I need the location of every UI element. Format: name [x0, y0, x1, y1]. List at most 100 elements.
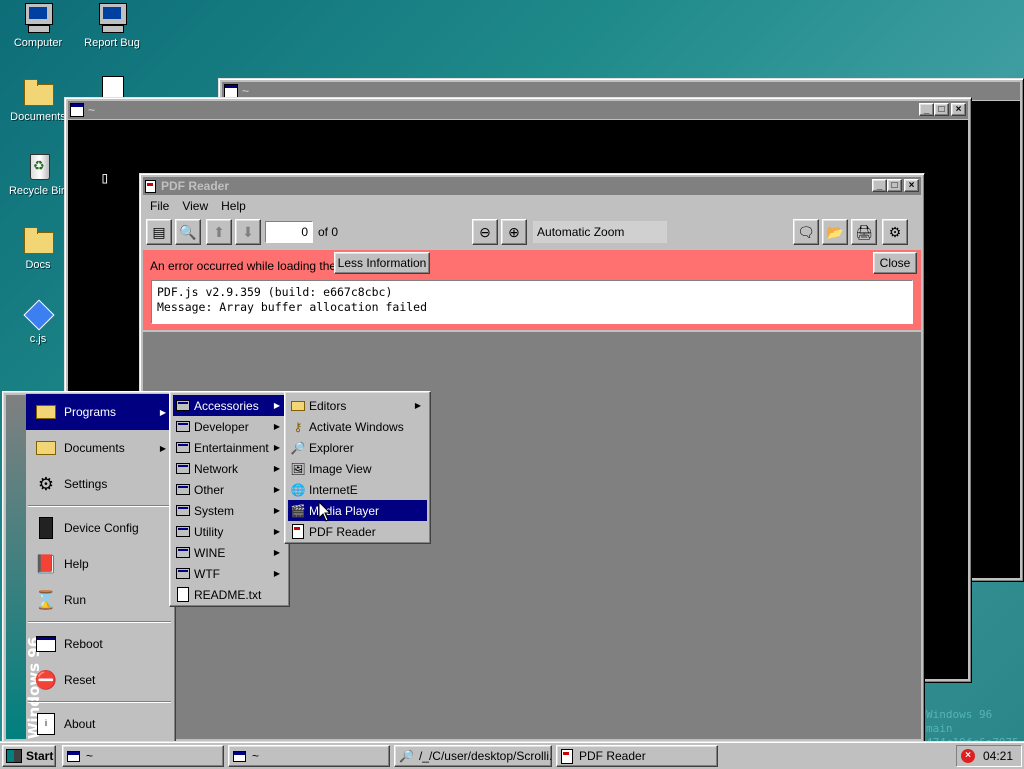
clock[interactable]: 04:21 [983, 749, 1013, 763]
start-item-reboot[interactable]: Reboot [26, 626, 172, 662]
programs-item-accessories[interactable]: Accessories ▶ [173, 395, 286, 416]
zoom-select[interactable]: Automatic Zoom [533, 221, 668, 243]
find-button[interactable]: 🔍 [175, 219, 201, 245]
media-player-icon: 🎬 [290, 503, 306, 518]
task-label: PDF Reader [579, 749, 646, 763]
submenu-arrow-icon: ▶ [273, 548, 280, 557]
programs-item-label: Developer [194, 419, 249, 434]
separator [28, 621, 171, 623]
minimize-button[interactable]: _ [872, 179, 887, 192]
sidebar-icon: ▤ [152, 223, 166, 240]
programs-item-label: Accessories [194, 398, 259, 413]
accessories-item-label: Editors [309, 398, 347, 413]
error-message-box[interactable]: PDF.js v2.9.359 (build: e667c8cbc) Messag… [151, 280, 913, 324]
programs-item-entertainment[interactable]: Entertainment ▶ [173, 437, 286, 458]
programs-item-wine[interactable]: WINE ▶ [173, 542, 286, 563]
accessories-item-internete[interactable]: 🌐 InternetE [288, 479, 427, 500]
task-button-terminal-1[interactable]: ~ [62, 745, 224, 767]
error-close-button[interactable]: Close [873, 252, 917, 274]
programs-item-utility[interactable]: Utility ▶ [173, 521, 286, 542]
programs-item-label: Utility [194, 524, 224, 539]
task-button-terminal-2[interactable]: ~ [228, 745, 390, 767]
accessories-item-label: InternetE [309, 482, 358, 497]
desktop-icon-label: Report Bug [84, 37, 140, 49]
about-icon: i [34, 712, 58, 736]
accessories-item-media-player[interactable]: 🎬 Media Player [288, 500, 427, 521]
programs-item-label: WINE [194, 545, 226, 560]
maximize-button[interactable]: □ [934, 103, 949, 116]
programs-item-readme[interactable]: README.txt [173, 584, 286, 605]
zoom-in-button[interactable]: ⊕ [501, 219, 528, 245]
zoom-out-button[interactable]: ⊖ [472, 219, 499, 245]
start-item-run[interactable]: ⌛ Run [26, 582, 172, 618]
start-item-label: Device Config [64, 521, 139, 535]
accessories-item-image-view[interactable]: 🖼 Image View [288, 458, 427, 479]
error-status-icon[interactable]: × [961, 749, 975, 763]
task-label: ~ [86, 749, 94, 763]
run-icon: ⌛ [34, 589, 58, 610]
start-item-programs[interactable]: Programs ▶ [26, 394, 172, 430]
title-bar[interactable]: PDF Reader _ □ × [143, 177, 921, 195]
maximize-button[interactable]: □ [887, 179, 902, 192]
page-number-input[interactable]: 0 [265, 221, 313, 243]
window-title: ~ [88, 103, 96, 117]
accessories-item-activate-windows[interactable]: ⚷ Activate Windows [288, 416, 427, 437]
minimize-button[interactable]: _ [919, 103, 934, 116]
submenu-arrow-icon: ▶ [273, 506, 280, 515]
programs-item-system[interactable]: System ▶ [173, 500, 286, 521]
submenu-arrow-icon: ▶ [273, 527, 280, 536]
pdf-icon [561, 748, 573, 764]
accessories-item-editors[interactable]: Editors ▶ [288, 395, 427, 416]
programs-item-developer[interactable]: Developer ▶ [173, 416, 286, 437]
task-button-pdf-reader[interactable]: PDF Reader [556, 745, 718, 767]
start-item-settings[interactable]: ⚙ Settings [26, 466, 172, 502]
next-page-button[interactable]: ⬇ [235, 219, 261, 245]
submenu-arrow-icon: ▶ [273, 401, 280, 410]
submenu-arrow-icon: ▶ [159, 407, 166, 417]
start-item-documents[interactable]: Documents ▶ [26, 430, 172, 466]
previous-page-button[interactable]: ⬆ [206, 219, 232, 245]
mouse-cursor-icon [318, 501, 332, 522]
taskbar: Start ~ ~ 🔎 /_/C/user/desktop/Scrolli...… [0, 741, 1024, 769]
close-button[interactable]: × [904, 179, 919, 192]
terminal-icon [70, 103, 84, 117]
start-button[interactable]: Start [2, 745, 56, 767]
start-item-reset[interactable]: ⛔ Reset [26, 662, 172, 698]
window-title: PDF Reader [161, 179, 230, 193]
menu-file[interactable]: File [143, 199, 175, 213]
desktop-icon-computer[interactable]: Computer [1, 2, 75, 49]
pdf-icon [290, 524, 306, 540]
close-button[interactable]: × [951, 103, 966, 116]
program-group-icon [175, 545, 191, 561]
less-information-button[interactable]: Less Information [334, 252, 430, 274]
submenu-arrow-icon: ▶ [273, 485, 280, 494]
start-item-label: Documents [64, 441, 125, 455]
menu-view[interactable]: View [175, 199, 214, 213]
programs-item-network[interactable]: Network ▶ [173, 458, 286, 479]
program-group-icon [175, 482, 191, 498]
presentation-button[interactable]: 🗨 [793, 219, 820, 245]
desktop-icon-report-bug[interactable]: Report Bug [75, 2, 149, 49]
pdf-title-icon [145, 179, 156, 193]
title-bar[interactable]: ~ _ □ × [68, 101, 968, 119]
open-file-button[interactable]: 📂 [822, 219, 849, 245]
sidebar-toggle-button[interactable]: ▤ [146, 219, 172, 245]
start-item-help[interactable]: 📕 Help [26, 546, 172, 582]
start-item-about[interactable]: i About [26, 706, 172, 742]
program-group-icon [175, 461, 191, 477]
menu-bar: File View Help [143, 196, 921, 215]
task-button-explorer[interactable]: 🔎 /_/C/user/desktop/Scrolli... [394, 745, 552, 767]
programs-item-wtf[interactable]: WTF ▶ [173, 563, 286, 584]
start-item-device-config[interactable]: Device Config [26, 510, 172, 546]
docs-folder-icon [22, 224, 54, 256]
accessories-item-pdf-reader[interactable]: PDF Reader [288, 521, 427, 542]
menu-help[interactable]: Help [214, 199, 252, 213]
settings-icon: ⚙ [37, 473, 55, 494]
documents-icon [34, 436, 58, 460]
program-group-icon [175, 419, 191, 435]
tools-button[interactable]: ⚙ [882, 219, 909, 245]
start-logo-icon [6, 749, 22, 763]
programs-item-other[interactable]: Other ▶ [173, 479, 286, 500]
print-button[interactable]: 🖨 [851, 219, 878, 245]
accessories-item-explorer[interactable]: 🔎 Explorer [288, 437, 427, 458]
